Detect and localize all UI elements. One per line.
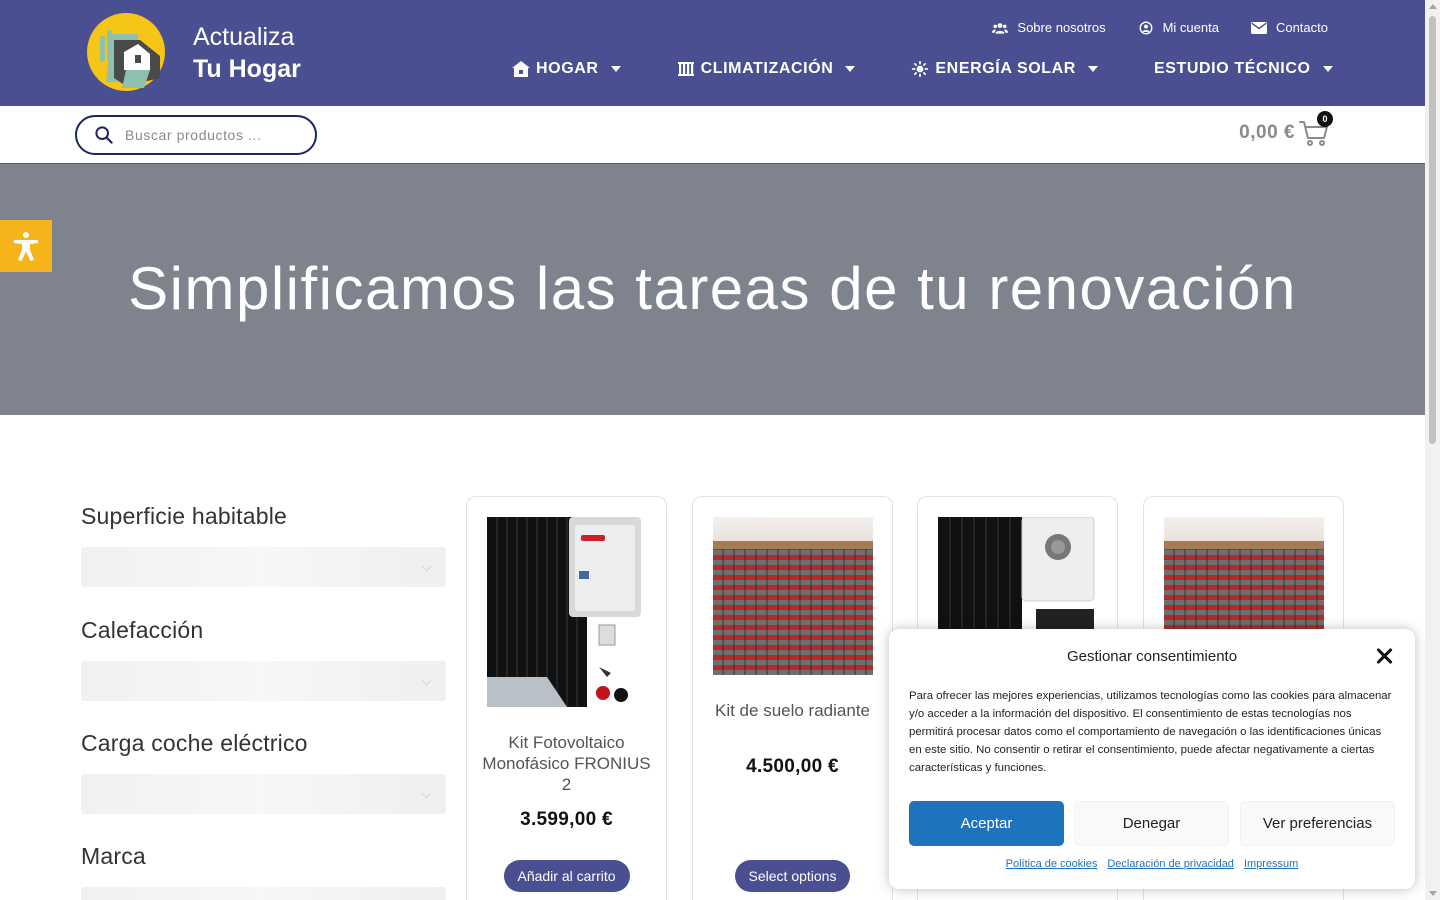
add-to-cart-button[interactable]: Añadir al carrito (503, 860, 630, 892)
topnav-contacto[interactable]: Contacto (1250, 20, 1328, 35)
site-header: Actualiza Tu Hogar Sobre nosotros Mi cue… (0, 0, 1425, 106)
nav-energia-solar[interactable]: ENERGÍA SOLAR (911, 60, 1098, 78)
product-image[interactable] (487, 517, 647, 709)
select-options-button[interactable]: Select options (734, 860, 851, 892)
filter-select-calefaccion[interactable] (81, 661, 446, 701)
topnav-label: Sobre nosotros (1017, 20, 1106, 35)
product-name[interactable]: Kit de suelo radiante (703, 700, 882, 721)
search-input[interactable] (125, 127, 295, 143)
accept-button[interactable]: Aceptar (909, 801, 1064, 846)
impressum-link[interactable]: Impressum (1244, 858, 1298, 870)
search-box[interactable] (75, 115, 317, 155)
cart-total: 0,00 € (1239, 122, 1295, 143)
product-image[interactable] (713, 517, 873, 675)
users-icon (992, 22, 1009, 34)
cart-icon[interactable]: 0 (1299, 111, 1333, 148)
topnav-label: Mi cuenta (1162, 20, 1219, 35)
caret-down-icon (610, 66, 621, 72)
privacy-statement-link[interactable]: Declaración de privacidad (1107, 858, 1234, 870)
filter-superficie: Superficie habitable (81, 503, 446, 587)
consent-title: Gestionar consentimiento (1066, 648, 1238, 665)
close-icon[interactable] (1375, 646, 1395, 666)
brand-line-1: Actualiza (193, 23, 295, 51)
accessibility-icon (14, 232, 38, 261)
product-price: 4.500,00 € (746, 756, 839, 777)
caret-down-icon (845, 66, 856, 72)
nav-label: ESTUDIO TÉCNICO (1153, 60, 1311, 77)
cart-widget[interactable]: 0,00 € 0 (1239, 111, 1333, 148)
wood-floor-strip (1164, 541, 1324, 549)
scrollbar-thumb[interactable] (1429, 16, 1436, 444)
nav-label: HOGAR (536, 60, 599, 77)
filter-label: Calefacción (81, 617, 204, 643)
topnav-sobre-nosotros[interactable]: Sobre nosotros (992, 20, 1106, 35)
hero-title: Simplificamos las tareas de tu renovació… (128, 255, 1297, 322)
product-price: 3.599,00 € (520, 809, 613, 830)
caret-down-icon (1322, 66, 1333, 72)
nav-climatizacion[interactable]: CLIMATIZACIÓN (677, 60, 856, 78)
topnav-label: Contacto (1275, 20, 1328, 35)
envelope-icon (1250, 21, 1267, 34)
cart-count-badge: 0 (1317, 111, 1333, 127)
home-icon (512, 61, 530, 77)
consent-links: Política de cookies Declaración de priva… (889, 858, 1415, 870)
cookie-consent-dialog: Gestionar consentimiento Para ofrecer la… (889, 629, 1415, 889)
top-nav: Sobre nosotros Mi cuenta Contacto (992, 20, 1328, 35)
wall-area (1164, 517, 1324, 541)
product-card[interactable]: Kit de suelo radiante 4.500,00 € Select … (692, 496, 893, 900)
user-circle-icon (1139, 21, 1153, 34)
filter-label: Carga coche eléctrico (81, 730, 308, 756)
nav-label: ENERGÍA SOLAR (935, 60, 1076, 77)
wood-floor-strip (713, 541, 873, 549)
wall-area (713, 517, 873, 541)
hero-banner: Simplificamos las tareas de tu renovació… (0, 164, 1425, 415)
product-name[interactable]: Kit Fotovoltaico Monofásico FRONIUS 2 (477, 732, 656, 795)
caret-down-icon (1087, 66, 1098, 72)
filter-calefaccion: Calefacción (81, 617, 446, 701)
preferences-button[interactable]: Ver preferencias (1240, 801, 1395, 846)
filter-marca: Marca (81, 843, 446, 900)
filter-label: Superficie habitable (81, 503, 288, 529)
sun-icon (912, 61, 929, 77)
site-logo[interactable] (86, 12, 166, 92)
topnav-mi-cuenta[interactable]: Mi cuenta (1138, 20, 1219, 35)
filter-select-carga-coche[interactable] (81, 774, 446, 814)
search-icon (95, 126, 113, 144)
filter-label: Marca (81, 843, 146, 869)
filter-select-superficie[interactable] (81, 547, 446, 587)
main-nav: HOGAR CLIMATIZACIÓN ENERGÍA SOLAR ESTUDI… (512, 60, 1333, 78)
filter-carga-coche: Carga coche eléctrico (81, 730, 446, 814)
page: Actualiza Tu Hogar Sobre nosotros Mi cue… (0, 0, 1440, 900)
product-card[interactable]: Kit Fotovoltaico Monofásico FRONIUS 2 3.… (466, 496, 667, 900)
accessibility-button[interactable] (0, 220, 52, 272)
page-scrollbar[interactable] (1425, 0, 1440, 900)
brand-line-2: Tu Hogar (193, 55, 301, 83)
nav-hogar[interactable]: HOGAR (512, 60, 621, 78)
floor-heating-pipes (713, 549, 873, 675)
nav-estudio-tecnico[interactable]: ESTUDIO TÉCNICO (1154, 60, 1333, 78)
scroll-up-arrow-icon[interactable] (1429, 4, 1437, 9)
cookie-policy-link[interactable]: Política de cookies (1006, 858, 1098, 870)
deny-button[interactable]: Denegar (1074, 801, 1229, 846)
radiator-icon (677, 62, 694, 76)
nav-label: CLIMATIZACIÓN (700, 60, 834, 77)
filter-select-marca[interactable] (81, 887, 446, 900)
search-bar-row: 0,00 € 0 (0, 106, 1425, 164)
brand-name[interactable]: Actualiza Tu Hogar (193, 22, 301, 86)
scroll-down-arrow-icon[interactable] (1429, 891, 1437, 896)
consent-text: Para ofrecer las mejores experiencias, u… (909, 690, 1392, 774)
